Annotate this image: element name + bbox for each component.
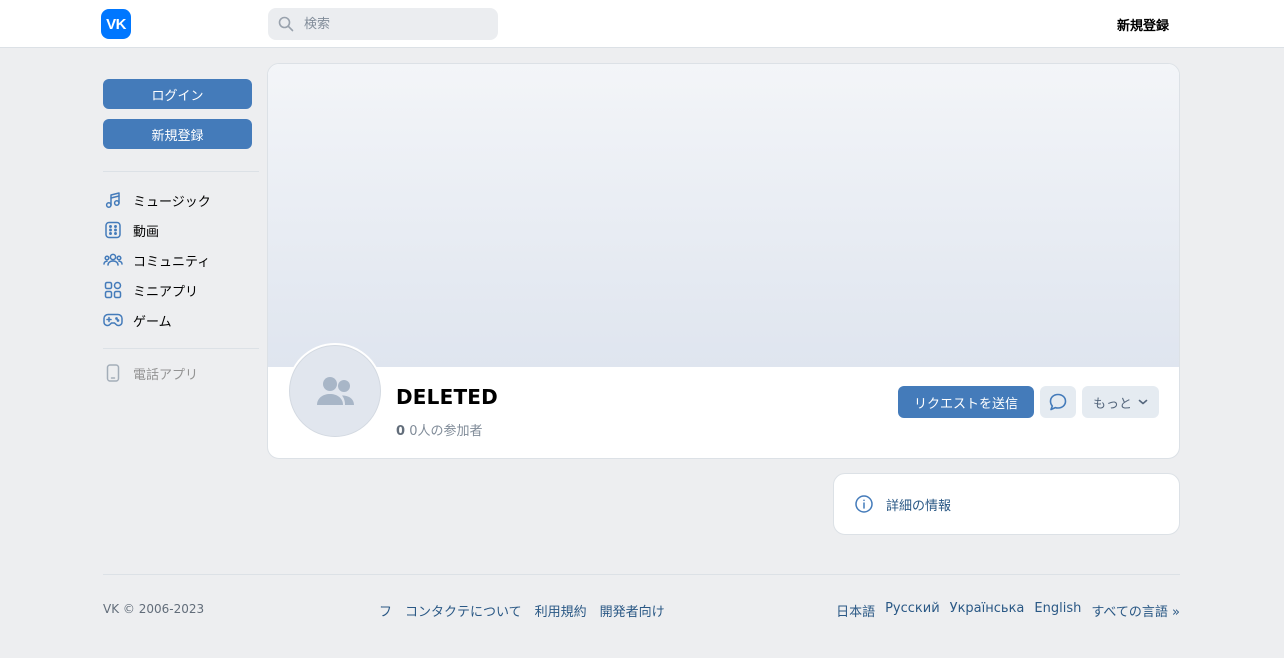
sidebar-item-mini-apps[interactable]: ミニアプリ (103, 276, 259, 304)
more-button[interactable]: もっと (1082, 386, 1159, 418)
lang-english[interactable]: English (1034, 601, 1081, 620)
member-count-label: 0人の参加者 (409, 424, 483, 439)
sidebar-item-video[interactable]: 動画 (103, 216, 259, 244)
sidebar-item-label: ミュージック (133, 194, 211, 210)
footer-link-f[interactable]: フ (379, 601, 392, 620)
sidebar-divider (103, 171, 259, 172)
sidebar-item-label: ミニアプリ (133, 284, 199, 300)
video-icon (103, 220, 123, 240)
register-button[interactable]: 新規登録 (103, 119, 252, 149)
group-header-card: DELETED 0 0人の参加者 リクエストを送信 もっと (267, 63, 1180, 459)
community-icon (103, 250, 123, 270)
vk-logo[interactable]: VK (101, 9, 131, 39)
footer-copyright: VK © 2006-2023 (103, 602, 205, 616)
sidebar-item-label: ゲーム (133, 314, 172, 330)
sidebar-divider (103, 348, 259, 349)
chevron-down-icon (1138, 399, 1148, 405)
footer-link-about[interactable]: コンタクテについて (405, 601, 522, 620)
send-request-button[interactable]: リクエストを送信 (898, 386, 1034, 418)
search-input[interactable] (302, 15, 496, 33)
header-register-link[interactable]: 新規登録 (1117, 15, 1169, 34)
sidebar-item-label: 動画 (133, 224, 160, 240)
message-button[interactable] (1040, 386, 1076, 418)
footer-link-terms[interactable]: 利用規約 (535, 601, 587, 620)
phone-icon (103, 363, 123, 383)
footer-divider (103, 574, 1180, 575)
lang-russian[interactable]: Русский (885, 601, 940, 620)
music-icon (103, 190, 123, 210)
search-icon (278, 16, 294, 32)
footer-link-developers[interactable]: 開発者向け (600, 601, 665, 620)
group-avatar-placeholder (289, 345, 381, 437)
lang-ukrainian[interactable]: Українська (950, 601, 1025, 620)
details-info-label: 詳細の情報 (886, 498, 952, 514)
sidebar-item-label: 電話アプリ (133, 367, 199, 383)
avatar[interactable] (287, 343, 383, 439)
member-count[interactable]: 0 0人の参加者 (396, 420, 482, 439)
search-box[interactable] (268, 8, 498, 40)
mini-apps-icon (103, 280, 123, 300)
sidebar-item-label: コミュニティ (133, 254, 211, 270)
language-links: 日本語 Русский Українська English すべての言語 » (826, 601, 1180, 620)
login-button[interactable]: ログイン (103, 79, 252, 109)
footer-links: フ コンタクテについて 利用規約 開発者向け (379, 601, 678, 620)
sidebar-item-music[interactable]: ミュージック (103, 186, 259, 214)
details-info-link[interactable]: 詳細の情報 (833, 473, 1180, 535)
sidebar-item-phone-app[interactable]: 電話アプリ (103, 359, 259, 387)
gamepad-icon (103, 310, 123, 330)
users-icon (317, 377, 354, 405)
member-count-number: 0 (396, 424, 406, 439)
group-name: DELETED (396, 385, 498, 409)
lang-japanese[interactable]: 日本語 (836, 601, 875, 620)
lang-all[interactable]: すべての言語 » (1091, 601, 1180, 620)
message-icon (1049, 393, 1067, 411)
cover-image (268, 64, 1179, 367)
sidebar-item-games[interactable]: ゲーム (103, 306, 259, 334)
top-bar: VK 新規登録 (0, 0, 1284, 48)
sidebar-item-community[interactable]: コミュニティ (103, 246, 259, 274)
more-button-label: もっと (1092, 396, 1132, 412)
info-icon (855, 495, 873, 513)
